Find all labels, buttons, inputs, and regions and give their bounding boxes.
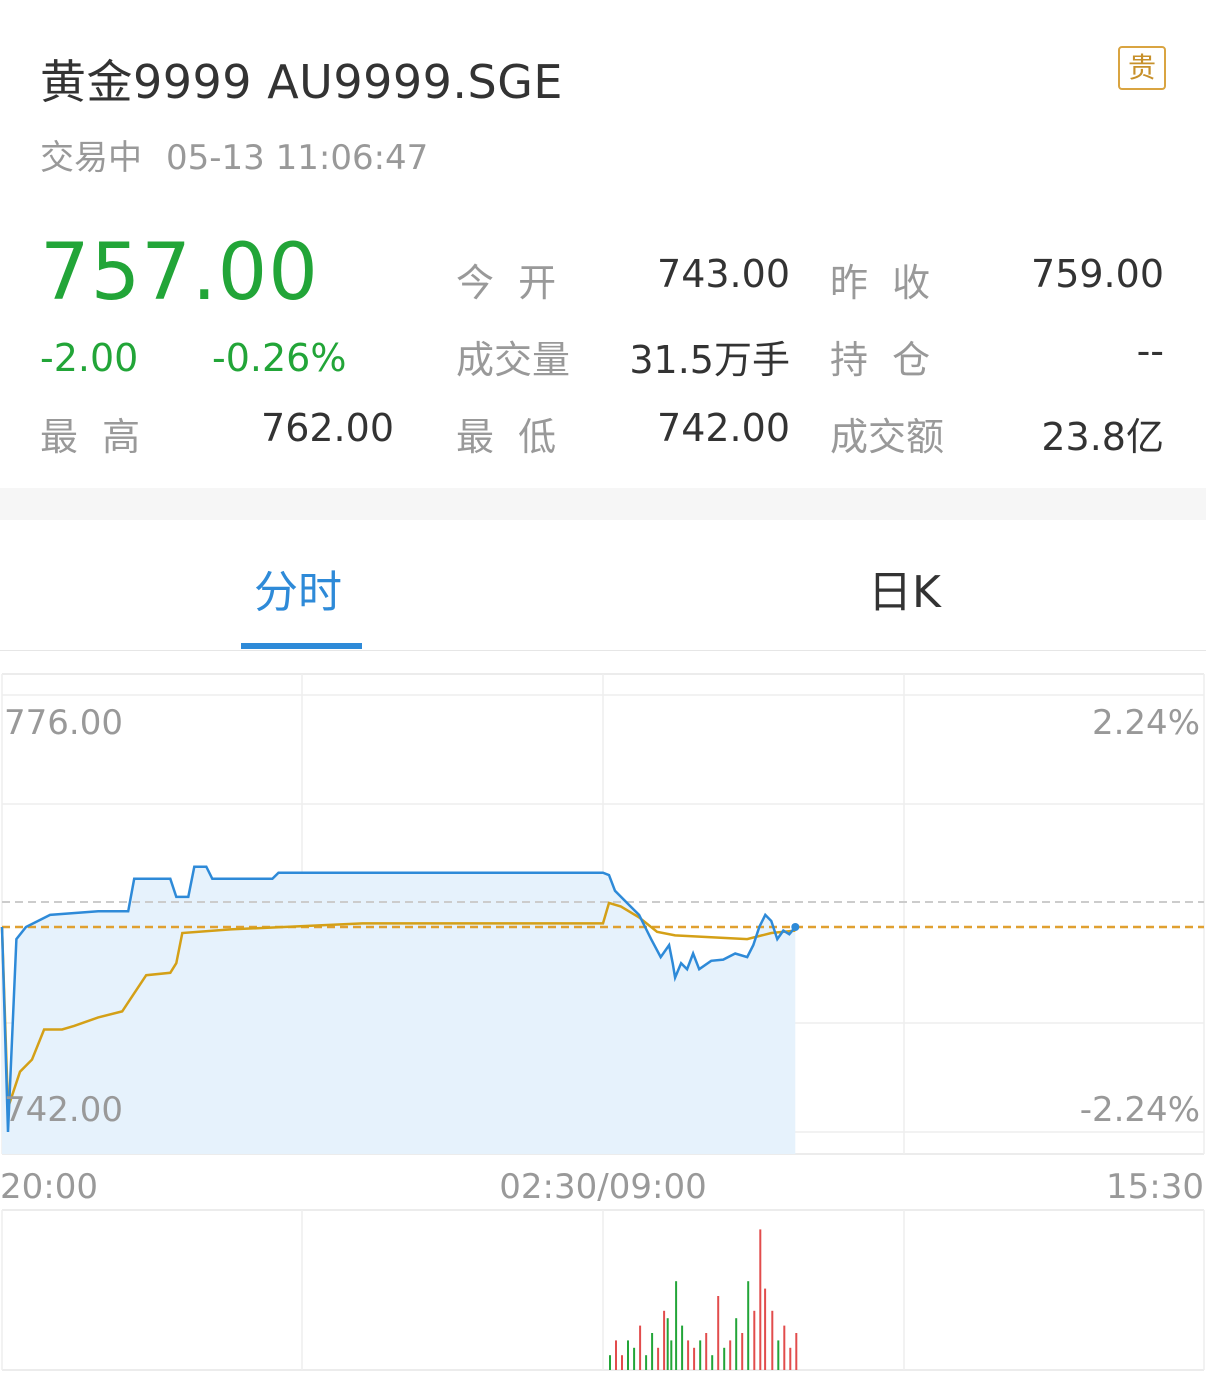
volume-bar xyxy=(735,1318,738,1370)
volume-bar xyxy=(741,1333,744,1370)
volume-bar xyxy=(789,1347,792,1370)
volume-bar xyxy=(675,1281,678,1370)
x-label-mid: 02:30/09:00 xyxy=(499,1167,706,1207)
volume-bar xyxy=(627,1340,629,1370)
quote-page: 黄金9999 AU9999.SGE 贵 交易中 05-13 11:06:47 75… xyxy=(0,0,1206,1386)
volume-bar xyxy=(711,1355,714,1370)
volume-bar xyxy=(615,1340,617,1370)
volume-bar xyxy=(681,1325,684,1370)
volume-bar xyxy=(783,1325,786,1370)
volume-bar xyxy=(705,1333,708,1370)
x-label-end: 15:30 xyxy=(1106,1167,1204,1207)
volume-bar xyxy=(687,1340,690,1370)
volume-bar xyxy=(723,1347,726,1370)
volume-bars xyxy=(609,1229,798,1370)
volume-bar xyxy=(609,1355,611,1370)
volume-bar xyxy=(639,1325,642,1370)
y-label-top-left: 776.00 xyxy=(4,703,123,743)
volume-bar xyxy=(777,1340,780,1370)
x-label-start: 20:00 xyxy=(0,1167,98,1207)
volume-bar xyxy=(670,1340,673,1370)
volume-bar xyxy=(693,1347,696,1370)
volume-bar xyxy=(753,1310,756,1370)
y-label-bottom-right: -2.24% xyxy=(1080,1090,1200,1130)
volume-bar xyxy=(645,1355,648,1370)
volume-bar xyxy=(666,1318,669,1370)
volume-bar xyxy=(729,1340,732,1370)
y-label-top-right: 2.24% xyxy=(1092,703,1200,743)
volume-bar xyxy=(759,1229,762,1370)
last-price-dot xyxy=(791,923,800,931)
volume-bar xyxy=(657,1347,660,1370)
volume-bar xyxy=(771,1310,774,1370)
volume-bar xyxy=(764,1288,767,1370)
volume-bar xyxy=(747,1281,750,1370)
volume-bar xyxy=(621,1355,623,1370)
y-label-bottom-left: 742.00 xyxy=(4,1090,123,1130)
volume-bar xyxy=(633,1347,636,1370)
volume-bar xyxy=(717,1296,720,1370)
volume-bar xyxy=(795,1333,798,1370)
intraday-chart[interactable]: 776.00 742.00 2.24% -2.24% 20:00 02:30/0… xyxy=(0,0,1206,1386)
volume-bar xyxy=(663,1310,666,1370)
volume-bar xyxy=(651,1333,654,1370)
volume-bar xyxy=(699,1340,702,1370)
